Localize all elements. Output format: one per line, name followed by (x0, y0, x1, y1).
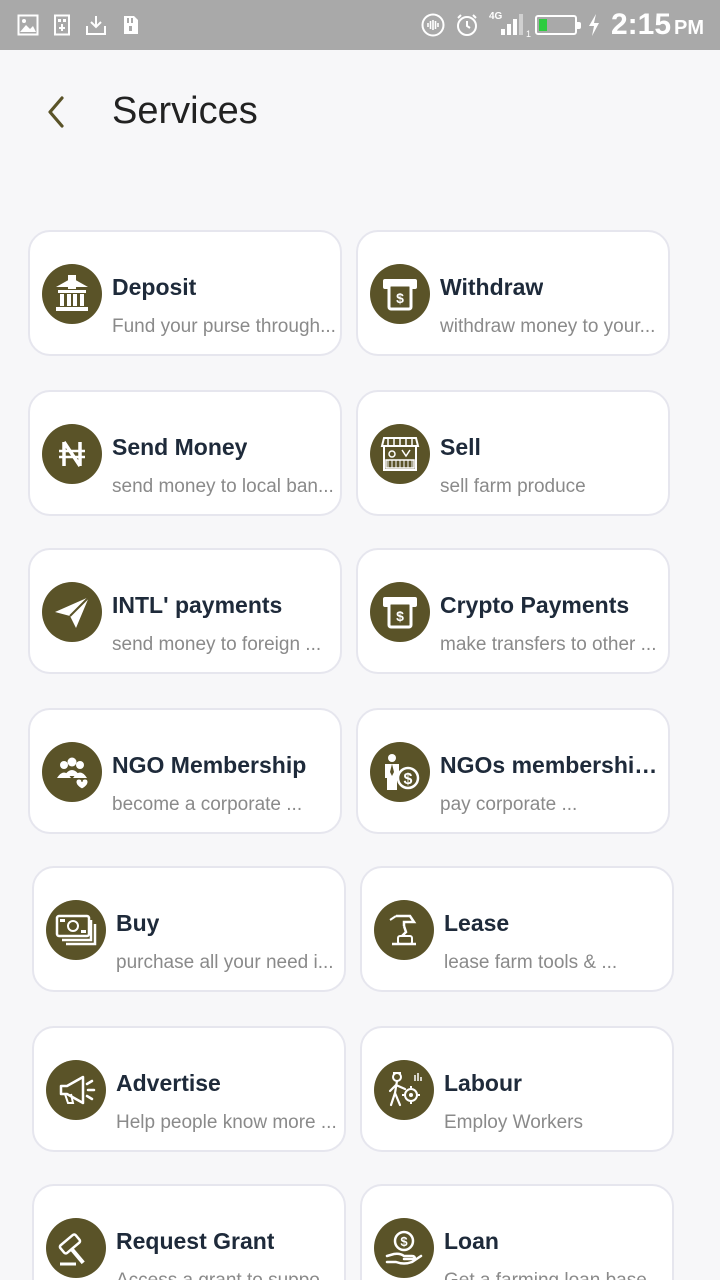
service-title: NGO Membership (112, 752, 307, 778)
service-title: Crypto Payments (440, 592, 630, 618)
clock-ampm: PM (674, 17, 704, 39)
service-card-request-grant[interactable]: Request Grant Access a grant to suppo... (32, 1184, 346, 1280)
service-description: lease farm tools & ... (444, 952, 618, 973)
download-icon (84, 13, 108, 37)
sim-index-label: 1 (525, 29, 531, 39)
status-bar: 4G 1 2:15 PM (0, 0, 720, 50)
service-card-intl-payments[interactable]: INTL' payments send money to foreign ... (28, 548, 342, 674)
service-description: pay corporate ... (440, 794, 578, 815)
community-icon (42, 742, 102, 802)
atm-icon: $ (370, 582, 430, 642)
cash-stack-icon (46, 900, 106, 960)
image-icon (16, 13, 40, 37)
network-type-label: 4G (488, 11, 503, 22)
status-indicators: 4G 1 2:15 PM (421, 8, 704, 42)
service-card-ngo-membership[interactable]: NGO Membership become a corporate ... (28, 708, 342, 834)
bank-icon (42, 264, 102, 324)
svg-text:$: $ (404, 771, 413, 788)
service-description: send money to local ban... (112, 476, 334, 497)
svg-text:$: $ (396, 290, 404, 306)
alarm-icon (455, 13, 479, 37)
service-title: Request Grant (116, 1228, 275, 1254)
service-description: sell farm produce (440, 476, 586, 497)
service-description: become a corporate ... (112, 794, 303, 815)
lease-hand-icon (374, 900, 434, 960)
service-card-ngos-membership[interactable]: $ NGOs membership ... pay corporate ... (356, 708, 670, 834)
service-card-buy[interactable]: Buy purchase all your need i... (32, 866, 346, 992)
service-description: send money to foreign ... (112, 634, 322, 655)
service-card-sell[interactable]: Sell sell farm produce (356, 390, 670, 516)
signal-icon: 4G 1 (488, 11, 531, 39)
status-clock: 2:15 PM (611, 8, 704, 42)
service-title: Loan (444, 1228, 499, 1254)
svg-text:$: $ (400, 1234, 408, 1249)
service-title: Advertise (116, 1070, 221, 1096)
status-notifications (16, 13, 142, 37)
megaphone-icon (46, 1060, 106, 1120)
service-title: Buy (116, 910, 160, 936)
usb-icon (50, 13, 74, 37)
service-card-lease[interactable]: Lease lease farm tools & ... (360, 866, 674, 992)
worker-icon (374, 1060, 434, 1120)
service-description: make transfers to other ... (440, 634, 657, 655)
chevron-left-icon (48, 96, 64, 128)
service-card-send-money[interactable]: Send Money send money to local ban... (28, 390, 342, 516)
sd-card-icon (118, 13, 142, 37)
service-title: NGOs membership ... (440, 752, 666, 778)
page-header: Services (0, 50, 720, 170)
atm-icon: $ (370, 264, 430, 324)
service-title: Deposit (112, 274, 197, 300)
service-card-deposit[interactable]: Deposit Fund your purse through... (28, 230, 342, 356)
back-button[interactable] (34, 90, 78, 134)
service-card-withdraw[interactable]: $ Withdraw withdraw money to your... (356, 230, 670, 356)
svg-text:$: $ (396, 608, 404, 624)
service-title: Lease (444, 910, 510, 936)
service-title: Withdraw (440, 274, 544, 300)
service-description: Get a farming loan base... (444, 1270, 663, 1280)
service-card-crypto-payments[interactable]: $ Crypto Payments make transfers to othe… (356, 548, 670, 674)
service-description: Access a grant to suppo... (116, 1270, 336, 1280)
service-card-labour[interactable]: Labour Employ Workers (360, 1026, 674, 1152)
service-description: Employ Workers (444, 1112, 584, 1133)
service-description: Fund your purse through... (112, 316, 336, 337)
service-description: withdraw money to your... (440, 316, 656, 337)
gavel-icon (46, 1218, 106, 1278)
service-card-advertise[interactable]: Advertise Help people know more ... (32, 1026, 346, 1152)
paper-plane-icon (42, 582, 102, 642)
service-card-loan[interactable]: $ Loan Get a farming loan base... (360, 1184, 674, 1280)
clock-time: 2:15 (610, 8, 671, 41)
service-title: Labour (444, 1070, 522, 1096)
page-title: Services (112, 90, 258, 132)
vibrate-icon (421, 13, 445, 37)
member-dollar-icon: $ (370, 742, 430, 802)
service-title: Send Money (112, 434, 248, 460)
service-description: Help people know more ... (116, 1112, 337, 1133)
battery-icon (534, 15, 581, 35)
loan-hand-icon: $ (374, 1218, 434, 1278)
market-stall-icon (370, 424, 430, 484)
naira-icon (42, 424, 102, 484)
service-title: Sell (440, 434, 481, 460)
service-title: INTL' payments (112, 592, 283, 618)
service-description: purchase all your need i... (116, 952, 334, 973)
charging-icon (587, 13, 601, 37)
